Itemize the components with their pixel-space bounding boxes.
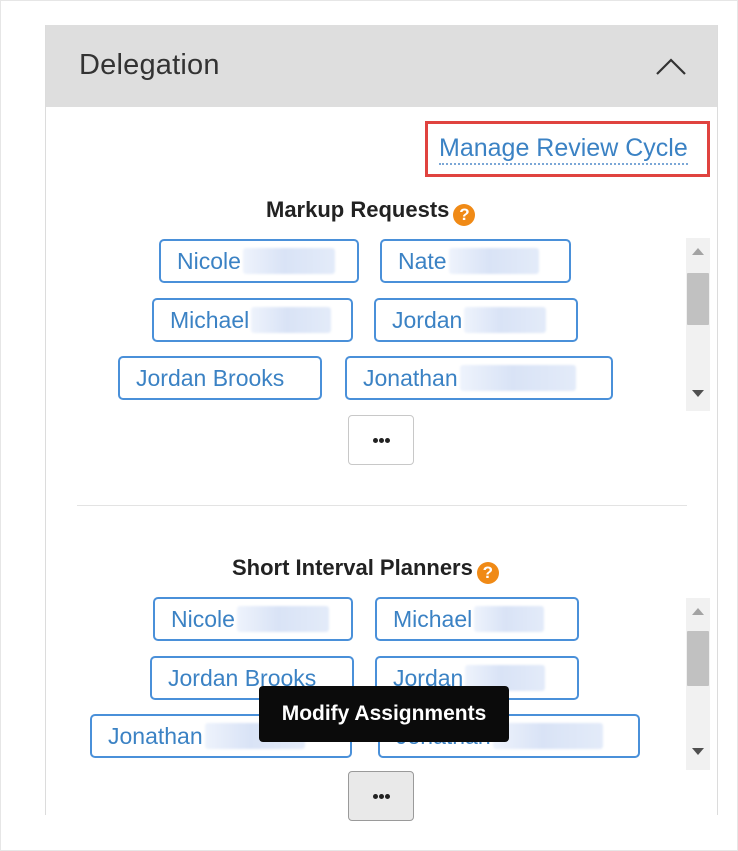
assignee-chip[interactable]: Nate — [380, 239, 571, 283]
markup-requests-title: Markup Requests? — [266, 197, 476, 226]
assignee-name: Jonathan — [363, 365, 458, 391]
chevron-up-icon[interactable] — [654, 51, 688, 85]
assignee-name: Michael — [393, 606, 473, 632]
redacted-surname — [242, 248, 335, 274]
more-options-button[interactable] — [348, 771, 414, 821]
scroll-thumb[interactable] — [687, 631, 709, 686]
scroll-down-arrow-icon[interactable] — [692, 390, 704, 397]
assignee-chip[interactable]: Nicole — [159, 239, 359, 283]
scroll-up-arrow-icon[interactable] — [692, 248, 704, 255]
scroll-thumb[interactable] — [687, 273, 709, 325]
scroll-up-arrow-icon[interactable] — [692, 608, 704, 615]
section-divider — [77, 505, 687, 506]
assignee-name: Jonathan — [108, 723, 203, 749]
redacted-surname — [464, 307, 547, 333]
redacted-surname — [448, 248, 539, 274]
redacted-surname — [459, 365, 576, 391]
short-interval-planners-title: Short Interval Planners? — [232, 555, 499, 584]
ellipsis-icon — [373, 438, 391, 444]
assignee-chip[interactable]: Nicole — [153, 597, 353, 641]
scrollbar[interactable] — [686, 598, 710, 770]
redacted-surname — [251, 307, 332, 333]
assignee-chip[interactable]: Michael — [375, 597, 579, 641]
help-icon[interactable]: ? — [453, 204, 476, 226]
assignee-name: Michael — [170, 307, 250, 333]
markup-requests-label: Markup Requests — [266, 197, 450, 222]
assignee-chip[interactable]: Michael — [152, 298, 353, 342]
scrollbar[interactable] — [686, 238, 710, 411]
modify-assignments-tooltip: Modify Assignments — [259, 686, 509, 742]
assignee-name: Nate — [398, 248, 447, 274]
assignee-chip[interactable]: Jordan Brooks — [118, 356, 322, 400]
assignee-chip[interactable]: Jordan — [374, 298, 578, 342]
panel-header[interactable]: Delegation — [46, 25, 717, 107]
assignee-name: Nicole — [171, 606, 235, 632]
assignee-name: Jordan — [392, 307, 463, 333]
scroll-down-arrow-icon[interactable] — [692, 748, 704, 755]
delegation-panel: Delegation Manage Review Cycle Markup Re… — [45, 25, 718, 821]
redacted-surname — [236, 606, 329, 632]
manage-review-cycle-link[interactable]: Manage Review Cycle — [439, 133, 688, 165]
short-interval-planners-label: Short Interval Planners — [232, 555, 473, 580]
assignee-name: Nicole — [177, 248, 241, 274]
assignee-chip[interactable]: Jonathan — [345, 356, 613, 400]
help-icon[interactable]: ? — [476, 562, 499, 584]
redacted-surname — [474, 606, 545, 632]
ellipsis-icon — [373, 794, 391, 800]
panel-title: Delegation — [79, 49, 220, 81]
assignee-name: Jordan Brooks — [136, 365, 285, 391]
more-options-button[interactable] — [348, 415, 414, 465]
redacted-surname — [492, 723, 603, 749]
